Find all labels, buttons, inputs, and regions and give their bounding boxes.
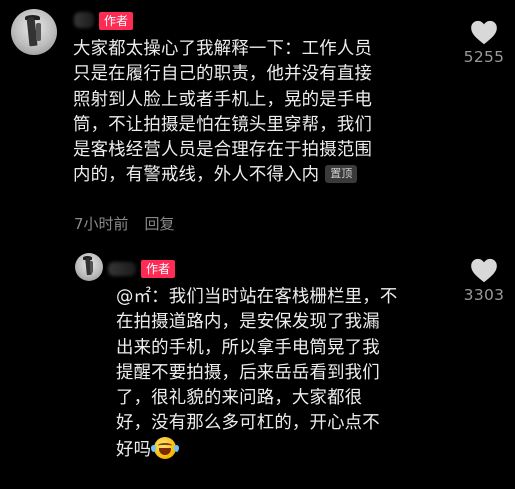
pinned-badge: 置顶 bbox=[325, 165, 358, 184]
heart-icon bbox=[471, 258, 497, 283]
author-badge: 作者 bbox=[99, 12, 134, 30]
laughing-tears-emoji-icon bbox=[151, 436, 180, 459]
like-count: 5255 bbox=[463, 48, 505, 66]
comment-timestamp: 7小时前 bbox=[74, 215, 129, 233]
reply-author-badge: 作者 bbox=[141, 260, 176, 278]
author-avatar[interactable] bbox=[11, 9, 57, 55]
reply-button[interactable]: 回复 bbox=[145, 213, 175, 234]
reply-like-button[interactable]: 3303 bbox=[459, 257, 509, 304]
reply-body: @㎡：我们当时站在客栈栅栏里，不 在拍摄道路内，是安保发现了我漏 出来的手机，所… bbox=[116, 287, 398, 460]
author-name-redacted bbox=[74, 12, 94, 28]
reply-author-name-redacted bbox=[108, 262, 136, 276]
comment-text[interactable]: 大家都太操心了我解释一下：工作人员 只是在履行自己的职责，他并没有直接 照射到人… bbox=[73, 37, 463, 189]
reply-text[interactable]: @㎡：我们当时站在客栈栅栏里，不 在拍摄道路内，是安保发现了我漏 出来的手机，所… bbox=[116, 285, 461, 463]
like-button[interactable]: 5255 bbox=[461, 19, 507, 66]
reply-author-avatar[interactable] bbox=[75, 253, 103, 281]
comment-body: 大家都太操心了我解释一下：工作人员 只是在履行自己的职责，他并没有直接 照射到人… bbox=[73, 39, 373, 186]
heart-icon bbox=[471, 20, 497, 45]
reply-like-count: 3303 bbox=[463, 286, 505, 304]
comment-meta: 7小时前 回复 bbox=[74, 213, 175, 234]
